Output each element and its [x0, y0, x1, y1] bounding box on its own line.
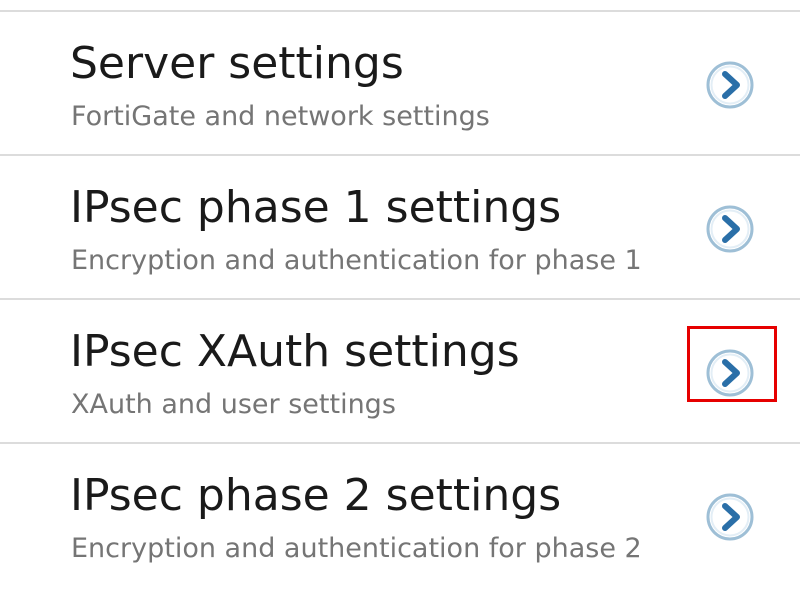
item-subtitle: XAuth and user settings [71, 389, 396, 420]
chevron-right-icon[interactable] [705, 60, 755, 110]
item-subtitle: Encryption and authentication for phase … [71, 245, 642, 276]
chevron-right-icon[interactable] [705, 204, 755, 254]
item-subtitle: FortiGate and network settings [71, 101, 490, 132]
item-title: IPsec phase 1 settings [70, 182, 562, 233]
chevron-right-icon[interactable] [705, 492, 755, 542]
chevron-right-icon-graphic [706, 349, 754, 397]
chevron-right-icon-graphic [706, 61, 754, 109]
chevron-right-icon-graphic [706, 493, 754, 541]
settings-list: Server settings FortiGate and network se… [0, 12, 800, 586]
list-item-server-settings[interactable]: Server settings FortiGate and network se… [0, 12, 800, 156]
item-title: IPsec phase 2 settings [70, 470, 562, 521]
chevron-right-icon-graphic [706, 205, 754, 253]
item-subtitle: Encryption and authentication for phase … [71, 533, 642, 564]
item-title: IPsec XAuth settings [70, 326, 520, 377]
item-title: Server settings [70, 38, 404, 89]
chevron-right-icon[interactable] [687, 326, 777, 402]
list-item-ipsec-phase-2-settings[interactable]: IPsec phase 2 settings Encryption and au… [0, 444, 800, 586]
list-item-ipsec-phase-1-settings[interactable]: IPsec phase 1 settings Encryption and au… [0, 156, 800, 300]
list-item-ipsec-xauth-settings[interactable]: IPsec XAuth settings XAuth and user sett… [0, 300, 800, 444]
